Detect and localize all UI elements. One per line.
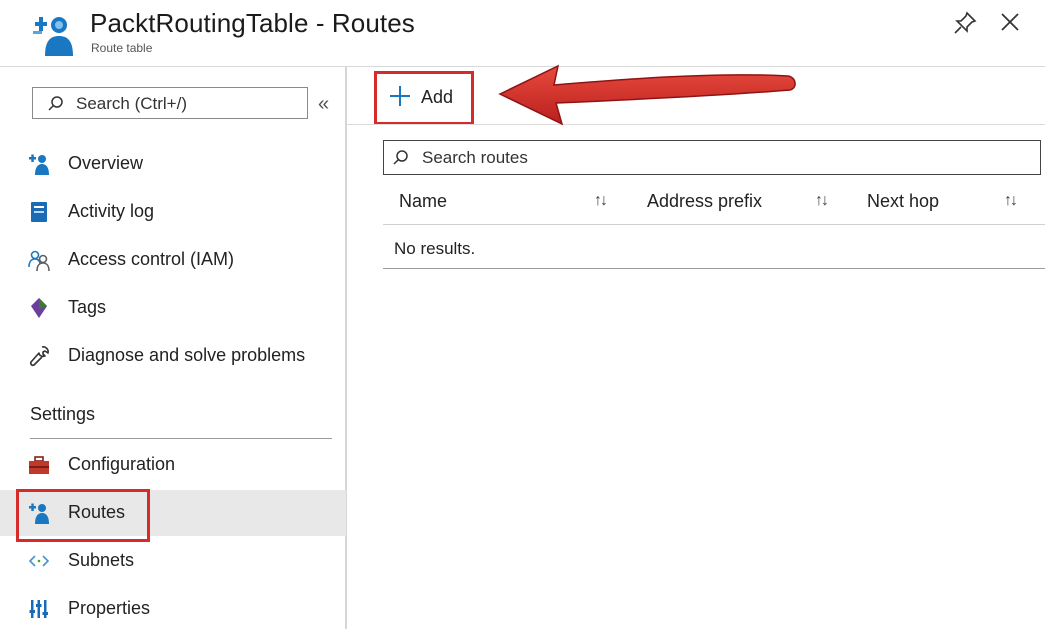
sidebar-item-label: Configuration (68, 454, 176, 474)
search-icon (393, 150, 408, 165)
sidebar-item-subnets[interactable]: Subnets (0, 538, 346, 584)
plus-icon (390, 86, 410, 106)
blade-header: PacktRoutingTable - Routes Route table (0, 0, 1045, 66)
sidebar-item-label: Overview (68, 153, 144, 173)
settings-section-header: Settings (30, 404, 96, 424)
search-icon (48, 96, 63, 111)
table-row-divider (383, 268, 1045, 269)
column-header-name[interactable]: Name (399, 191, 447, 212)
sidebar-search-input[interactable]: Search (Ctrl+/) (32, 87, 308, 119)
toolbox-icon (29, 456, 49, 474)
sidebar-item-configuration[interactable]: Configuration (0, 442, 346, 488)
collapse-sidebar-button[interactable]: « (318, 93, 329, 116)
page-subtitle: Route table (91, 41, 153, 55)
annotation-arrow-icon (498, 64, 796, 126)
sidebar-item-label: Access control (IAM) (68, 249, 235, 269)
page-title: PacktRoutingTable - Routes (90, 8, 415, 38)
sort-icon[interactable]: ↑↓ (1004, 192, 1018, 210)
column-header-next-hop[interactable]: Next hop (867, 191, 939, 212)
sidebar-item-access-control[interactable]: Access control (IAM) (0, 237, 346, 283)
column-header-address-prefix[interactable]: Address prefix (647, 191, 762, 212)
sidebar-item-label: Properties (68, 598, 151, 618)
sort-icon[interactable]: ↑↓ (594, 192, 608, 210)
people-icon (28, 250, 50, 271)
code-brackets-icon (28, 555, 50, 567)
sidebar-item-label: Tags (68, 297, 107, 317)
empty-table-message: No results. (394, 239, 476, 258)
sidebar-item-label: Activity log (68, 201, 155, 221)
close-icon[interactable] (998, 10, 1022, 34)
sidebar-item-label: Subnets (68, 550, 135, 570)
tag-icon (31, 298, 47, 318)
table-header-divider (383, 224, 1045, 225)
add-route-button[interactable]: Add (374, 71, 474, 125)
activity-log-icon (31, 202, 47, 222)
routes-search-placeholder: Search routes (422, 148, 528, 167)
sidebar-item-overview[interactable]: Overview (0, 141, 346, 187)
sidebar-item-tags[interactable]: Tags (0, 285, 346, 331)
route-table-icon (29, 154, 49, 175)
sidebar-item-properties[interactable]: Properties (0, 586, 346, 629)
sort-icon[interactable]: ↑↓ (815, 192, 829, 210)
settings-divider (30, 438, 332, 439)
routes-search-input[interactable]: Search routes (383, 140, 1041, 175)
sidebar-item-activity-log[interactable]: Activity log (0, 189, 346, 235)
properties-icon (29, 600, 48, 618)
wrench-icon (29, 346, 49, 367)
add-button-label: Add (421, 87, 454, 107)
sidebar-item-label: Diagnose and solve problems (68, 345, 306, 365)
pin-icon[interactable] (952, 10, 978, 36)
sidebar-search-placeholder: Search (Ctrl+/) (76, 94, 187, 113)
routes-highlight-box (16, 489, 150, 542)
sidebar-item-diagnose[interactable]: Diagnose and solve problems (0, 333, 346, 379)
route-table-icon (33, 17, 73, 56)
